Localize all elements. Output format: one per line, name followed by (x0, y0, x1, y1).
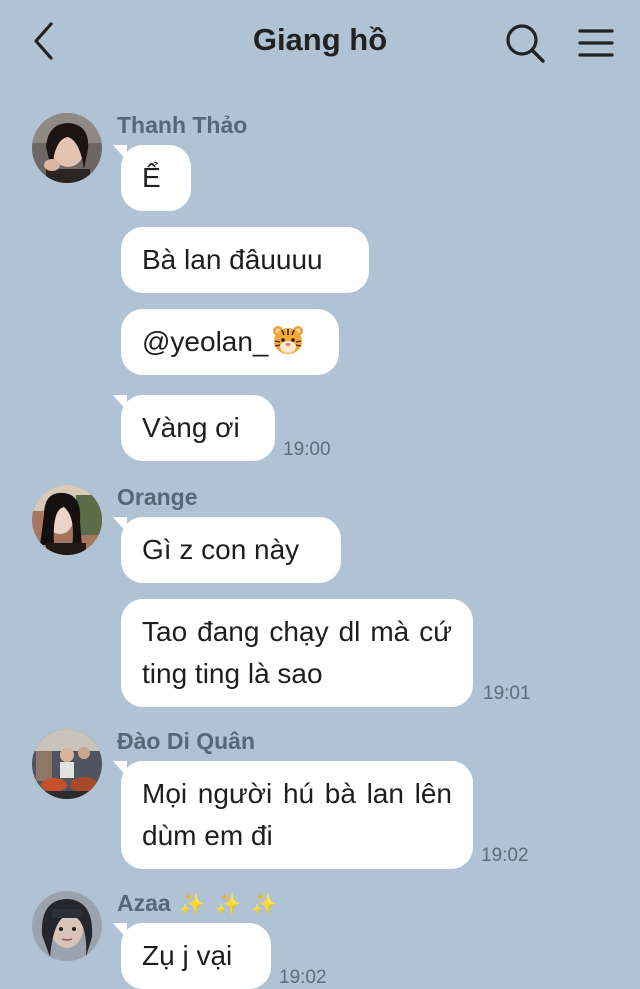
avatar[interactable] (32, 891, 102, 961)
message-text: @yeolan_ (142, 326, 269, 357)
sender-name: Thanh Thảo (117, 112, 248, 138)
message-bubble[interactable]: Zụ j vại (113, 923, 271, 989)
avatar[interactable] (32, 113, 102, 183)
message-text: Mọi người hú bà lan lên dùm em đi (142, 778, 452, 851)
hamburger-menu-icon (578, 29, 614, 57)
message-text: Gì z con này (142, 534, 300, 565)
sender-name-text: Azaa (117, 890, 171, 916)
message-bubble[interactable]: @yeolan_ (121, 309, 339, 375)
sender-name: Orange (117, 484, 198, 510)
message-timestamp: 19:01 (483, 683, 531, 704)
search-button[interactable] (502, 20, 548, 66)
message-timestamp: 19:00 (283, 439, 331, 460)
message-bubble[interactable]: Ể (113, 145, 191, 211)
avatar[interactable] (32, 485, 102, 555)
message-bubble[interactable]: Mọi người hú bà lan lên dùm em đi (113, 761, 473, 869)
tiger-emoji-icon (272, 326, 303, 354)
menu-button[interactable] (574, 22, 618, 64)
chat-header: Giang hồ (0, 0, 640, 86)
message-text: Vàng ơi (142, 412, 240, 443)
message-text: Ể (142, 162, 161, 193)
sender-name: Đào Di Quân (117, 728, 256, 754)
search-icon (506, 24, 545, 63)
message-timestamp: 19:02 (481, 845, 529, 866)
sparkles-icon: ✨ ✨ ✨ (179, 893, 280, 916)
message-bubble[interactable]: Vàng ơi (113, 395, 275, 461)
message-bubble[interactable]: Bà lan đâuuuu (121, 227, 369, 293)
message-text: Tao đang chạy dl mà cứ ting ting là sao (142, 616, 452, 689)
message-text: Bà lan đâuuuu (142, 244, 323, 275)
sender-name: Azaa ✨ ✨ ✨ (117, 890, 279, 917)
message-bubble[interactable]: Tao đang chạy dl mà cứ ting ting là sao (121, 599, 473, 707)
avatar[interactable] (32, 729, 102, 799)
message-timestamp: 19:02 (279, 967, 327, 988)
message-text: Zụ j vại (142, 940, 233, 971)
message-bubble[interactable]: Gì z con này (113, 517, 341, 583)
